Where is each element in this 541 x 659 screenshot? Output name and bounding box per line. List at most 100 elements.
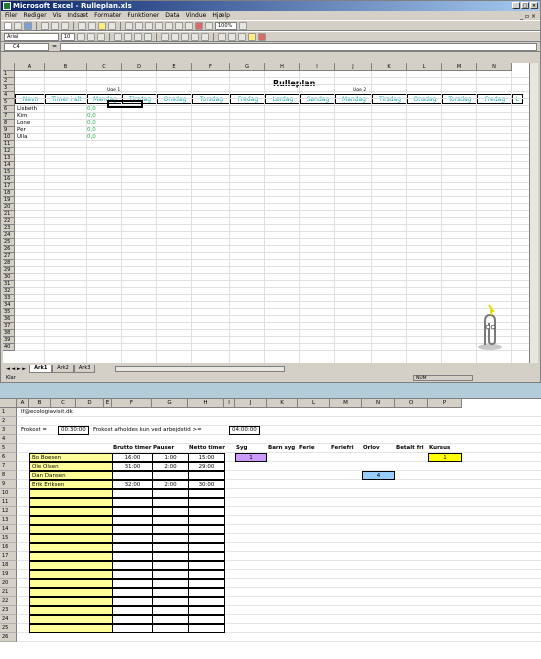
- row-header[interactable]: 31: [3, 281, 15, 288]
- align-right-icon[interactable]: [134, 32, 142, 41]
- underline-icon[interactable]: [97, 32, 105, 41]
- column-header[interactable]: C: [87, 63, 122, 71]
- time-cell[interactable]: [188, 471, 225, 480]
- menu-format[interactable]: Formater: [94, 11, 121, 20]
- vertical-scrollbar[interactable]: [529, 63, 538, 363]
- column-header[interactable]: K: [267, 399, 298, 408]
- column-header[interactable]: L: [407, 63, 442, 71]
- open-icon[interactable]: [14, 21, 22, 30]
- time-cell[interactable]: [152, 507, 189, 516]
- horizontal-scrollbar[interactable]: [115, 366, 286, 372]
- time-cell[interactable]: [188, 489, 225, 498]
- time-cell[interactable]: 31:00: [112, 462, 153, 471]
- row-header[interactable]: 3: [3, 85, 15, 92]
- menu-data[interactable]: Data: [165, 11, 179, 20]
- column-header[interactable]: A: [15, 63, 45, 71]
- office-assistant-icon[interactable]: [475, 301, 505, 351]
- paste-icon[interactable]: [98, 21, 106, 30]
- time-cell[interactable]: [152, 597, 189, 606]
- sick-cell[interactable]: 1: [235, 453, 267, 462]
- time-cell[interactable]: [152, 489, 189, 498]
- tab-ark1[interactable]: Ark1: [29, 365, 53, 373]
- print-icon[interactable]: [41, 21, 49, 30]
- column-header[interactable]: J: [235, 399, 267, 408]
- time-cell[interactable]: [152, 561, 189, 570]
- menu-file[interactable]: Filer: [5, 11, 18, 20]
- employee-name[interactable]: Lone: [17, 120, 30, 126]
- row-header[interactable]: 23: [3, 225, 15, 232]
- row-header[interactable]: 1: [0, 408, 17, 417]
- time-cell[interactable]: [152, 471, 189, 480]
- function-icon[interactable]: [165, 21, 173, 30]
- row-header[interactable]: 7: [3, 113, 15, 120]
- time-cell[interactable]: [188, 615, 225, 624]
- copy-icon[interactable]: [88, 21, 96, 30]
- time-cell[interactable]: [152, 579, 189, 588]
- row-header[interactable]: 7: [0, 462, 17, 471]
- row-header[interactable]: 5: [3, 99, 15, 106]
- column-header[interactable]: K: [372, 63, 407, 71]
- sort-asc-icon[interactable]: [175, 21, 183, 30]
- row-header[interactable]: 29: [3, 267, 15, 274]
- frokost-min-input[interactable]: 04:00:00: [229, 426, 260, 435]
- hours-total[interactable]: 0,0: [87, 113, 96, 119]
- row-header[interactable]: 8: [3, 120, 15, 127]
- time-cell[interactable]: [112, 507, 153, 516]
- time-cell[interactable]: 16:00: [112, 453, 153, 462]
- time-cell[interactable]: [112, 543, 153, 552]
- tab-nav-icon[interactable]: ◄ ◄ ► ►: [3, 366, 29, 372]
- column-header[interactable]: E: [157, 63, 192, 71]
- row-header[interactable]: 33: [3, 295, 15, 302]
- autosum-icon[interactable]: [155, 21, 163, 30]
- row-header[interactable]: 15: [0, 534, 17, 543]
- row-header[interactable]: 12: [3, 148, 15, 155]
- hours-total[interactable]: 0,0: [87, 120, 96, 126]
- row-header[interactable]: 14: [0, 525, 17, 534]
- row-header[interactable]: 13: [0, 516, 17, 525]
- merge-center-icon[interactable]: [144, 32, 152, 41]
- menu-tools[interactable]: Funktioner: [127, 11, 159, 20]
- row-header[interactable]: 24: [3, 232, 15, 239]
- row-header[interactable]: 17: [0, 552, 17, 561]
- column-header[interactable]: D: [122, 63, 157, 71]
- column-header[interactable]: G: [230, 63, 265, 71]
- cut-icon[interactable]: [78, 21, 86, 30]
- document-close-icon[interactable]: _ ▫ ×: [520, 12, 536, 21]
- tab-ark2[interactable]: Ark2: [52, 365, 74, 373]
- column-header[interactable]: E: [104, 399, 112, 408]
- preview-icon[interactable]: [51, 21, 59, 30]
- row-header[interactable]: 21: [0, 588, 17, 597]
- row-header[interactable]: 23: [0, 606, 17, 615]
- column-header[interactable]: B: [29, 399, 51, 408]
- row-header[interactable]: 2: [3, 78, 15, 85]
- time-cell[interactable]: [112, 534, 153, 543]
- row-header[interactable]: 38: [3, 330, 15, 337]
- decrease-decimal-icon[interactable]: [201, 32, 209, 41]
- column-header[interactable]: G: [152, 399, 188, 408]
- menu-view[interactable]: Vis: [53, 11, 62, 20]
- row-header[interactable]: 24: [0, 615, 17, 624]
- time-cell[interactable]: [188, 516, 225, 525]
- column-header[interactable]: H: [265, 63, 300, 71]
- align-left-icon[interactable]: [114, 32, 122, 41]
- active-cell[interactable]: [107, 100, 143, 108]
- time-cell[interactable]: 1:00: [152, 453, 189, 462]
- row-header[interactable]: 5: [0, 444, 17, 453]
- row-header[interactable]: 25: [3, 239, 15, 246]
- decrease-indent-icon[interactable]: [218, 32, 226, 41]
- time-cell[interactable]: [188, 534, 225, 543]
- hours-total[interactable]: 0,0: [87, 127, 96, 133]
- time-cell[interactable]: [112, 471, 153, 480]
- comma-icon[interactable]: [181, 32, 189, 41]
- row-header[interactable]: 37: [3, 323, 15, 330]
- time-cell[interactable]: 15:00: [188, 453, 225, 462]
- row-header[interactable]: 17: [3, 183, 15, 190]
- column-header[interactable]: J: [335, 63, 372, 71]
- row-header[interactable]: 39: [3, 337, 15, 344]
- column-header[interactable]: P: [428, 399, 462, 408]
- column-header[interactable]: I: [300, 63, 335, 71]
- time-cell[interactable]: [152, 588, 189, 597]
- bold-icon[interactable]: [77, 32, 85, 41]
- time-cell[interactable]: [112, 516, 153, 525]
- hours-total[interactable]: 0,0: [87, 106, 96, 112]
